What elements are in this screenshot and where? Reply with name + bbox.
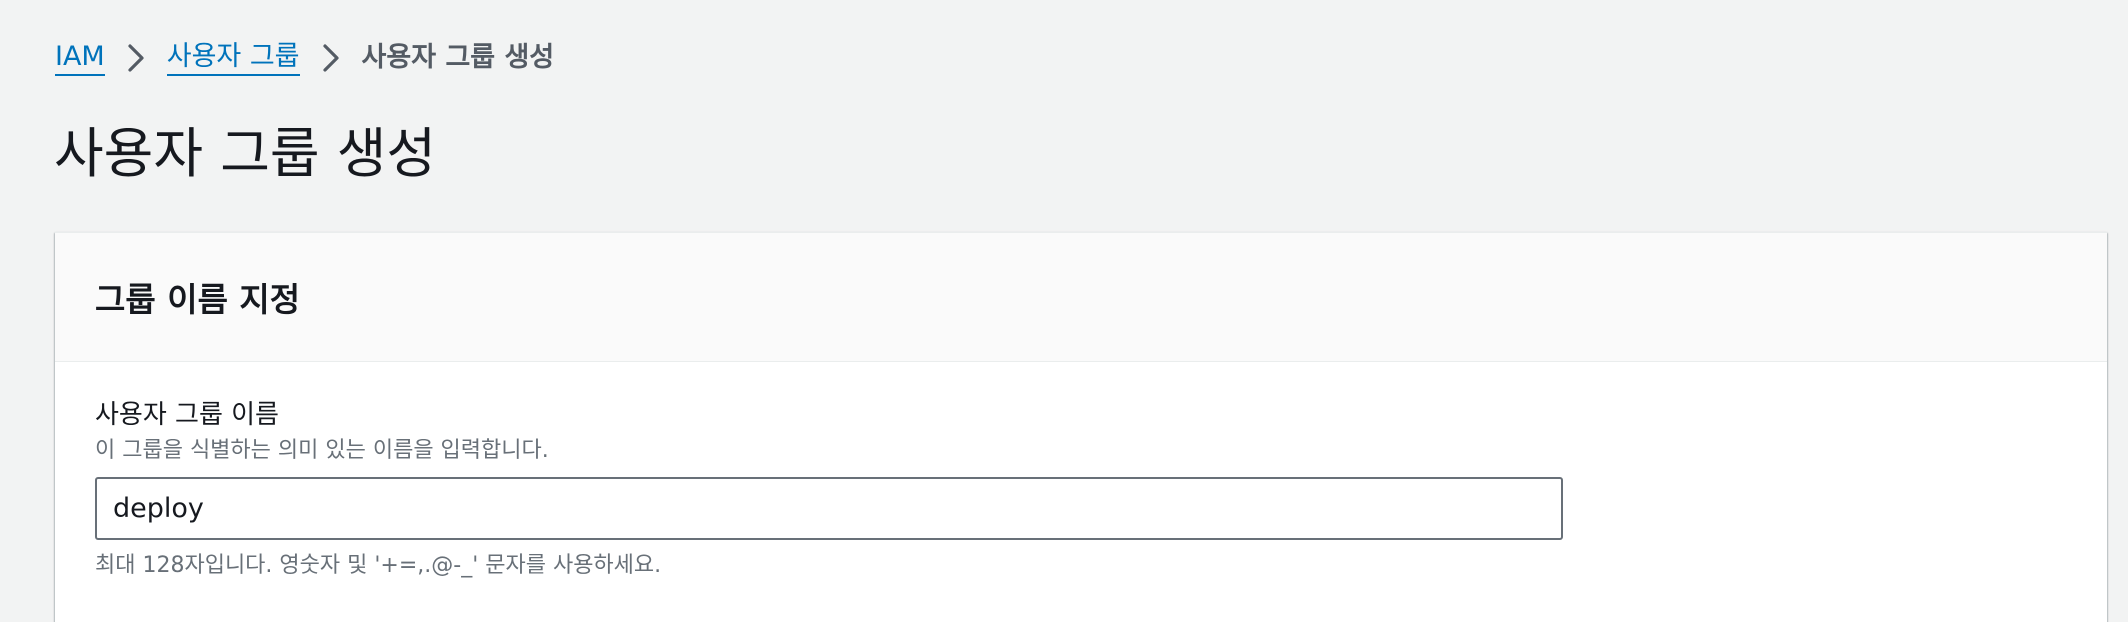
chevron-right-icon [105,38,167,78]
page: IAM 사용자 그룹 사용자 그룹 생성 사용자 그룹 생성 그룹 이름 지정 … [0,0,2128,622]
breadcrumb-link-iam[interactable]: IAM [55,41,105,76]
panel-header: 그룹 이름 지정 [55,233,2107,362]
breadcrumb-current: 사용자 그룹 생성 [361,42,555,73]
user-group-name-description: 이 그룹을 식별하는 의미 있는 이름을 입력합니다. [95,438,549,463]
user-group-name-constraint: 최대 128자입니다. 영숫자 및 '+=,.@-_' 문자를 사용하세요. [95,553,662,578]
page-title: 사용자 그룹 생성 [54,122,437,185]
chevron-right-icon [300,38,362,78]
panel-body: 사용자 그룹 이름 이 그룹을 식별하는 의미 있는 이름을 입력합니다. 최대… [55,362,2107,582]
breadcrumb-link-user-groups[interactable]: 사용자 그룹 [166,41,300,76]
group-name-panel: 그룹 이름 지정 사용자 그룹 이름 이 그룹을 식별하는 의미 있는 이름을 … [55,232,2107,622]
breadcrumb: IAM 사용자 그룹 사용자 그룹 생성 [55,38,554,78]
panel-title: 그룹 이름 지정 [95,280,301,319]
user-group-name-input[interactable] [95,477,1563,540]
user-group-name-label: 사용자 그룹 이름 [95,400,279,430]
